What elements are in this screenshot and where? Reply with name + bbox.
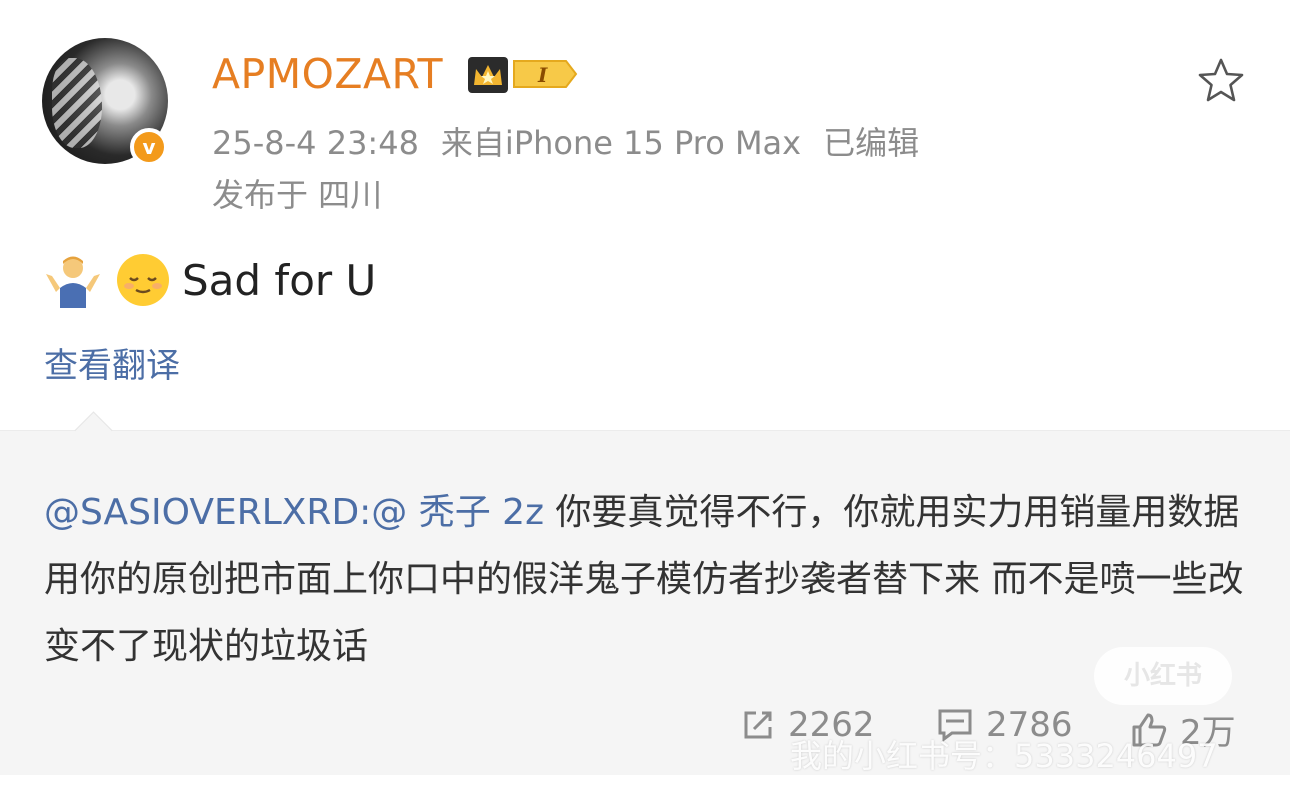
bottom-strip [0,775,1290,809]
svg-text:I: I [537,63,548,87]
repost-card[interactable]: @SASIOVERLXRD:@ 秃子 2z 你要真觉得不行，你就用实力用销量用数… [0,411,1290,776]
post-text: Sad for U [182,255,377,305]
translate-link[interactable]: 查看翻译 [44,338,180,387]
post-source: 来自iPhone 15 Pro Max [440,124,802,162]
edited-label: 已编辑 [823,124,920,162]
post-card: v APMOZART I 25-8-4 23:48 来自iPhone 15 Pro… [0,0,1290,430]
repost-mention[interactable]: @SASIOVERLXRD:@ 秃子 2z [44,492,544,533]
post-meta: 25-8-4 23:48 来自iPhone 15 Pro Max 已编辑 [212,118,941,164]
watermark-badge: 小红书 [1094,647,1232,705]
watermark-text: 我的小红书号：5333246497 [790,737,1218,775]
post-content: Sad for U [42,252,376,308]
verified-v-icon: v [130,128,168,166]
star-icon[interactable] [1196,56,1246,106]
relieved-face-emoji [117,254,169,306]
share-icon [744,711,772,739]
person-shrugging-emoji [46,256,100,308]
username[interactable]: APMOZART [212,50,443,98]
post-time: 25-8-4 23:48 [212,124,419,162]
post-location: 发布于 四川 [212,176,383,214]
crown-icon [468,57,508,93]
repost-text: @SASIOVERLXRD:@ 秃子 2z 你要真觉得不行，你就用实力用销量用数… [44,479,1254,680]
level-badge: I [513,60,578,88]
